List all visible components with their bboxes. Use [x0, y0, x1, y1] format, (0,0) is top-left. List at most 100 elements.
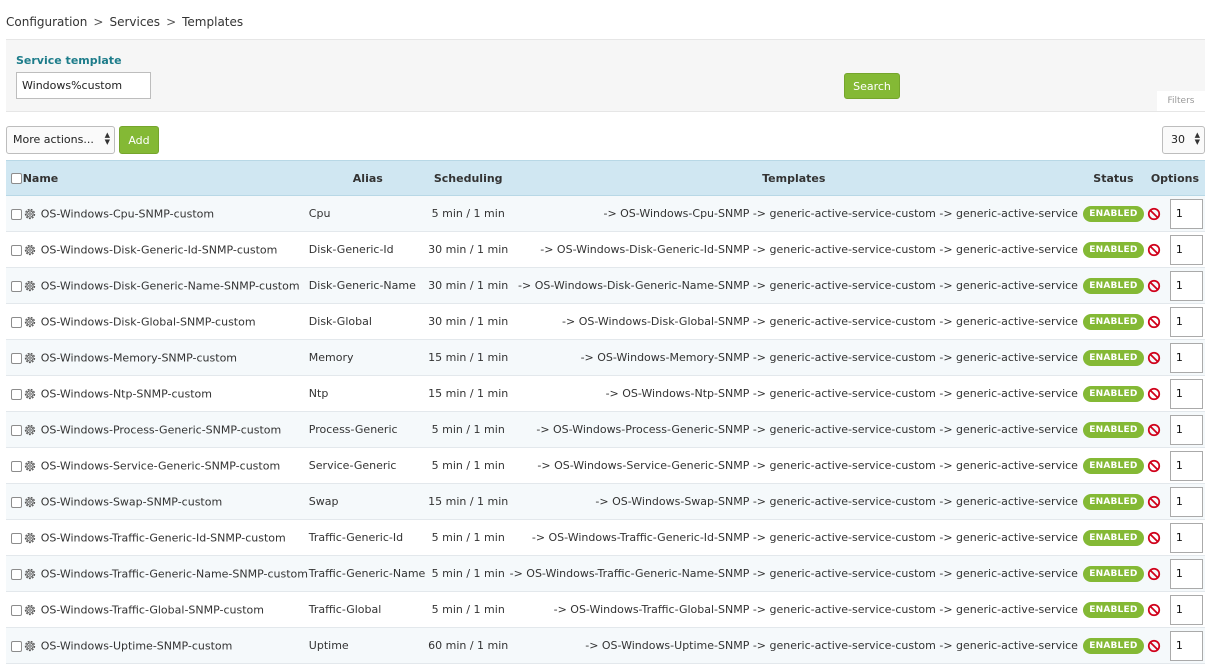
row-select-cell [6, 591, 23, 628]
template-name-link[interactable]: OS-Windows-Traffic-Generic-Id-SNMP-custo… [41, 531, 286, 544]
table-row: OS-Windows-Ntp-SNMP-custom Ntp 15 min / 1 … [6, 375, 1205, 412]
duplicate-count-input[interactable]: 1 [1169, 522, 1203, 553]
column-header-status: Status [1081, 160, 1145, 196]
duplicate-count-input[interactable]: 1 [1169, 378, 1203, 409]
duplicate-count-input[interactable]: 1 [1169, 594, 1203, 625]
template-name-link[interactable]: OS-Windows-Traffic-Global-SNMP-custom [41, 603, 264, 616]
template-name-link[interactable]: OS-Windows-Swap-SNMP-custom [41, 495, 222, 508]
disable-icon[interactable] [1147, 495, 1161, 509]
disable-icon[interactable] [1147, 351, 1161, 365]
disable-icon[interactable] [1147, 531, 1161, 545]
row-checkbox[interactable] [11, 208, 22, 220]
duplicate-count-input[interactable]: 1 [1169, 234, 1203, 265]
breadcrumb-templates[interactable]: Templates [182, 15, 243, 29]
options-cell: 1 [1144, 519, 1205, 556]
scheduling-cell: 5 min / 1 min [426, 555, 510, 592]
more-actions-select[interactable]: More actions... ▲ ▼ [6, 126, 115, 154]
column-header-name[interactable]: Name [22, 160, 309, 196]
options-cell: 1 [1144, 447, 1205, 484]
templates-cell: -> OS-Windows-Cpu-SNMP -> generic-active… [509, 195, 1082, 232]
status-cell: ENABLED [1081, 195, 1145, 232]
row-checkbox[interactable] [11, 532, 22, 544]
template-name-link[interactable]: OS-Windows-Process-Generic-SNMP-custom [41, 423, 282, 436]
row-checkbox[interactable] [11, 640, 22, 652]
duplicate-count-input[interactable]: 1 [1169, 558, 1203, 589]
row-select-cell [6, 483, 23, 520]
options-cell: 1 [1144, 339, 1205, 376]
alias-cell: Memory [308, 339, 427, 376]
duplicate-count-input[interactable]: 1 [1169, 270, 1203, 301]
template-name-link[interactable]: OS-Windows-Service-Generic-SNMP-custom [41, 459, 280, 472]
row-checkbox[interactable] [11, 280, 22, 292]
row-checkbox[interactable] [11, 388, 22, 400]
alias-cell: Traffic-Generic-Name [308, 555, 427, 592]
scheduling-cell: 60 min / 1 min [426, 627, 510, 664]
template-name-link[interactable]: OS-Windows-Disk-Global-SNMP-custom [41, 315, 256, 328]
duplicate-count-input[interactable]: 1 [1169, 198, 1203, 229]
disable-icon[interactable] [1147, 279, 1161, 293]
template-name-link[interactable]: OS-Windows-Memory-SNMP-custom [41, 351, 237, 364]
status-cell: ENABLED [1081, 375, 1145, 412]
row-checkbox[interactable] [11, 352, 22, 364]
page-size-select[interactable]: 30 ▲ ▼ [1162, 126, 1205, 154]
search-button[interactable]: Search [844, 73, 900, 99]
disable-icon[interactable] [1147, 315, 1161, 329]
status-badge: ENABLED [1083, 529, 1144, 546]
duplicate-count-input[interactable]: 1 [1169, 450, 1203, 481]
row-checkbox[interactable] [11, 460, 22, 472]
template-name-link[interactable]: OS-Windows-Traffic-Generic-Name-SNMP-cus… [41, 567, 308, 580]
templates-cell: -> OS-Windows-Memory-SNMP -> generic-act… [509, 339, 1082, 376]
disable-icon[interactable] [1147, 243, 1161, 257]
scheduling-cell: 5 min / 1 min [426, 519, 510, 556]
breadcrumb-configuration[interactable]: Configuration [6, 15, 87, 29]
template-name-link[interactable]: OS-Windows-Uptime-SNMP-custom [41, 639, 233, 652]
options-cell: 1 [1144, 267, 1205, 304]
breadcrumb-separator: > [166, 15, 177, 29]
column-header-alias[interactable]: Alias [308, 160, 427, 196]
disable-icon[interactable] [1147, 567, 1161, 581]
scheduling-cell: 15 min / 1 min [426, 483, 510, 520]
disable-icon[interactable] [1147, 603, 1161, 617]
options-cell: 1 [1144, 195, 1205, 232]
alias-cell: Process-Generic [308, 411, 427, 448]
service-template-label: Service template [16, 54, 122, 67]
disable-icon[interactable] [1147, 387, 1161, 401]
duplicate-count-input[interactable]: 1 [1169, 630, 1203, 661]
row-checkbox[interactable] [11, 424, 22, 436]
row-checkbox[interactable] [11, 496, 22, 508]
scheduling-cell: 15 min / 1 min [426, 375, 510, 412]
add-button[interactable]: Add [119, 126, 159, 154]
filters-tab[interactable]: Filters [1157, 91, 1205, 111]
row-select-cell [6, 411, 23, 448]
duplicate-count-input[interactable]: 1 [1169, 414, 1203, 445]
disable-icon[interactable] [1147, 423, 1161, 437]
row-checkbox[interactable] [11, 316, 22, 328]
disable-icon[interactable] [1147, 459, 1161, 473]
service-template-search-input[interactable] [16, 72, 151, 99]
disable-icon[interactable] [1147, 639, 1161, 653]
row-checkbox[interactable] [11, 244, 22, 256]
duplicate-count-input[interactable]: 1 [1169, 342, 1203, 373]
duplicate-count-input[interactable]: 1 [1169, 486, 1203, 517]
status-cell: ENABLED [1081, 231, 1145, 268]
select-arrows-icon: ▲ ▼ [104, 131, 110, 146]
alias-cell: Disk-Generic-Name [308, 267, 427, 304]
row-checkbox[interactable] [11, 604, 22, 616]
select-all-checkbox[interactable] [11, 173, 23, 184]
gear-icon [23, 243, 37, 257]
disable-icon[interactable] [1147, 207, 1161, 221]
duplicate-count-input[interactable]: 1 [1169, 306, 1203, 337]
template-name-link[interactable]: OS-Windows-Disk-Generic-Id-SNMP-custom [41, 243, 278, 256]
name-cell: OS-Windows-Service-Generic-SNMP-custom [22, 447, 309, 484]
row-checkbox[interactable] [11, 568, 22, 580]
breadcrumb-services[interactable]: Services [109, 15, 160, 29]
status-badge: ENABLED [1083, 349, 1144, 366]
status-badge: ENABLED [1083, 313, 1144, 330]
status-badge: ENABLED [1083, 241, 1144, 258]
template-name-link[interactable]: OS-Windows-Cpu-SNMP-custom [41, 207, 214, 220]
template-name-link[interactable]: OS-Windows-Ntp-SNMP-custom [41, 387, 212, 400]
row-select-cell [6, 267, 23, 304]
status-badge: ENABLED [1083, 637, 1144, 654]
template-name-link[interactable]: OS-Windows-Disk-Generic-Name-SNMP-custom [41, 279, 300, 292]
options-cell: 1 [1144, 555, 1205, 592]
